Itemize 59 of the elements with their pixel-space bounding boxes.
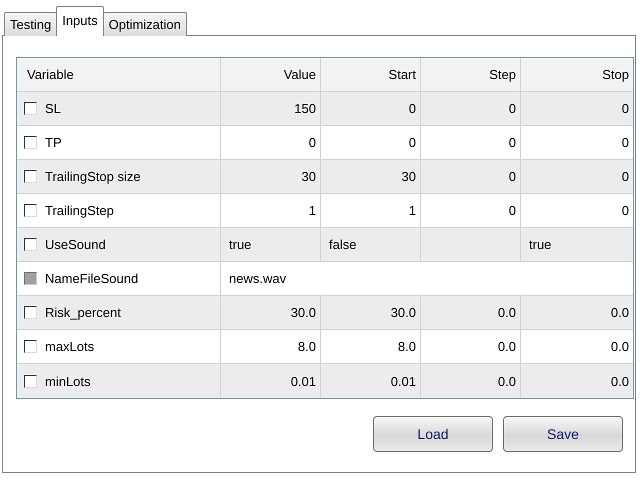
column-header[interactable]: Variable	[17, 58, 221, 91]
table-cell: news.wav	[229, 271, 286, 286]
table-cell: 0	[408, 135, 416, 150]
table-cell: 0	[622, 203, 629, 218]
table-cell: 30	[402, 169, 416, 184]
variable-name: minLots	[45, 374, 91, 388]
variable-name: TrailingStep	[45, 203, 114, 218]
table-cell: true	[229, 237, 252, 252]
checkbox[interactable]	[24, 136, 37, 149]
table-cell: 0	[408, 101, 416, 116]
column-header[interactable]: Stop	[521, 58, 633, 91]
table-cell: 0.0	[498, 339, 516, 354]
variable-name: TrailingStop size	[45, 169, 141, 184]
tab[interactable]: Inputs	[56, 6, 104, 36]
checkbox[interactable]	[24, 102, 37, 115]
checkbox[interactable]	[24, 306, 37, 319]
table-cell: 30.0	[290, 305, 316, 320]
table-cell: 0.01	[290, 374, 316, 388]
table-cell: 0	[508, 203, 516, 218]
table-cell: 0.0	[498, 374, 516, 388]
table-cell: 30	[302, 169, 316, 184]
variable-name: TP	[45, 135, 62, 150]
table-cell: 8.0	[298, 339, 316, 354]
table-cell: 0.0	[610, 305, 629, 320]
tab[interactable]: Optimization	[102, 12, 187, 36]
table-cell: 0	[622, 169, 629, 184]
variable-name: NameFileSound	[45, 271, 138, 286]
table-cell: true	[529, 237, 552, 252]
column-header[interactable]: Start	[321, 58, 421, 91]
variable-name: UseSound	[45, 237, 106, 252]
checkbox[interactable]	[24, 204, 37, 217]
checkbox[interactable]	[24, 238, 37, 251]
table-cell: 0	[622, 135, 629, 150]
table-cell: 8.0	[398, 339, 416, 354]
checkbox[interactable]	[24, 340, 37, 353]
table-cell: 150	[294, 101, 316, 116]
table-cell: 30.0	[390, 305, 416, 320]
variable-name: SL	[45, 101, 61, 116]
tab[interactable]: Testing	[4, 12, 58, 36]
table-cell: 0	[508, 101, 516, 116]
table-cell: 0.0	[610, 339, 629, 354]
table-cell: 0	[508, 169, 516, 184]
action-button[interactable]: Save	[503, 416, 623, 452]
table-cell: 0	[308, 135, 316, 150]
table-cell: 1	[408, 203, 416, 218]
table-cell: 0.0	[498, 305, 516, 320]
variable-name: maxLots	[45, 339, 94, 354]
table-cell: 0.0	[610, 374, 629, 388]
column-header[interactable]: Step	[421, 58, 521, 91]
table-cell: 0.01	[390, 374, 416, 388]
action-button[interactable]: Load	[373, 416, 493, 452]
table-cell: false	[329, 237, 356, 252]
checkbox[interactable]	[24, 374, 37, 388]
checkbox[interactable]	[24, 170, 37, 183]
table-cell: 0	[622, 101, 629, 116]
column-header[interactable]: Value	[221, 58, 321, 91]
table-cell: 1	[308, 203, 316, 218]
table-cell: 0	[508, 135, 516, 150]
variable-name: Risk_percent	[45, 305, 121, 320]
